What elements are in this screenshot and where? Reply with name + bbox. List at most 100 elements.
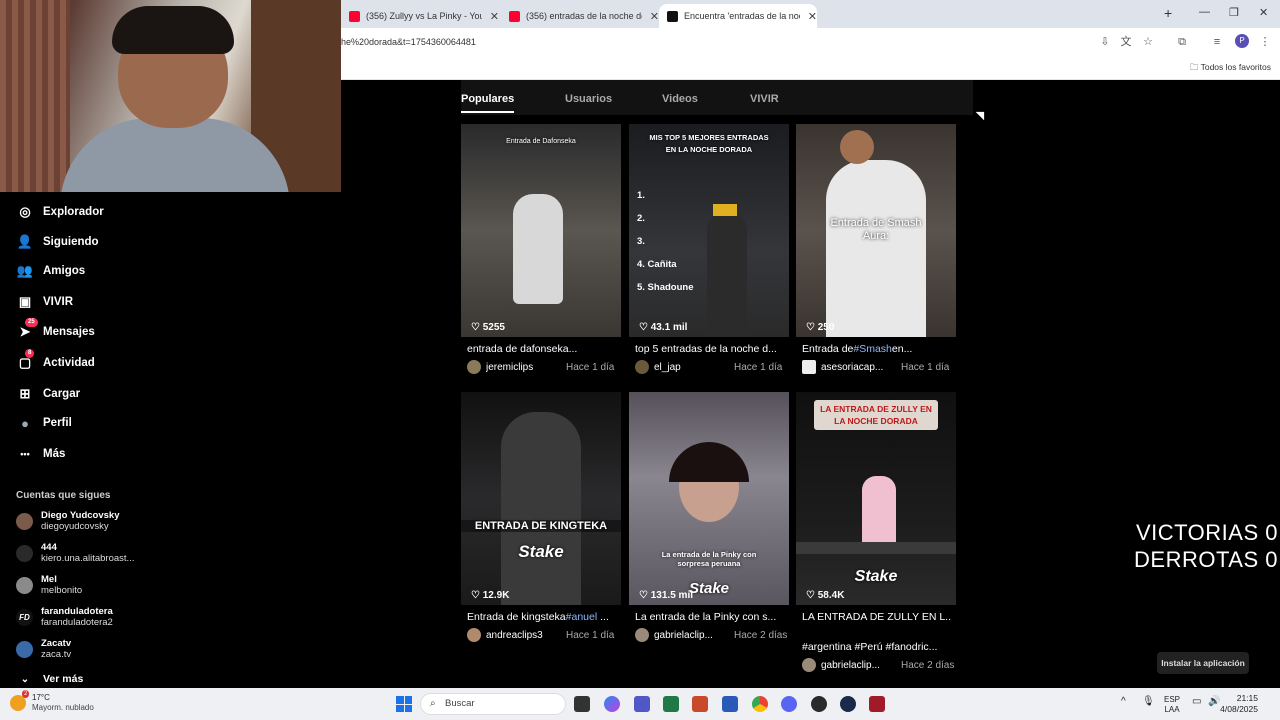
nav-perfil[interactable]: ● Perfil — [16, 412, 72, 434]
heart-icon: ♡ — [471, 322, 483, 333]
media-icon[interactable]: ≡ — [1211, 36, 1223, 48]
video-thumbnail[interactable]: ENTRADA DE KINGTEKA Stake ♡ 12.9K — [461, 392, 621, 605]
video-description[interactable]: top 5 entradas de la noche d... — [635, 343, 785, 355]
browser-tab-1[interactable]: (356) Zullyy vs La Pinky - YouTu ✕ — [341, 4, 499, 28]
chrome-icon[interactable] — [752, 696, 768, 712]
video-meta: gabrielaclip... Hace 2 días — [802, 658, 956, 672]
video-description[interactable]: Entrada de#Smashen... — [802, 343, 952, 355]
video-thumbnail[interactable]: La entrada de la Pinky con sorpresa peru… — [629, 392, 789, 605]
browser-tab-3[interactable]: Encuentra 'entradas de la noche ✕ — [659, 4, 817, 28]
followed-account[interactable]: Mel melbonito — [16, 574, 82, 596]
tab-populares[interactable]: Populares — [461, 93, 515, 113]
video-card[interactable]: ENTRADA DE KINGTEKA Stake ♡ 12.9K Entrad… — [461, 392, 621, 642]
nav-explorador[interactable]: ◎ Explorador — [16, 201, 103, 223]
app-icon[interactable] — [869, 696, 885, 712]
tab-videos[interactable]: Videos — [662, 93, 698, 105]
video-description[interactable]: Entrada de kingsteka#anuel ... — [467, 611, 617, 623]
nav-amigos[interactable]: 👥 Amigos — [16, 260, 85, 282]
word-icon[interactable] — [722, 696, 738, 712]
video-author[interactable]: jeremiclips — [486, 362, 566, 373]
user-avatar[interactable] — [802, 658, 816, 672]
task-view-icon[interactable] — [574, 696, 590, 712]
video-author[interactable]: gabrielaclip... — [654, 630, 734, 641]
menu-icon[interactable]: ⋮ — [1259, 36, 1271, 48]
taskbar-search[interactable]: ⌕ Buscar — [420, 693, 566, 715]
copilot-icon[interactable] — [604, 696, 620, 712]
extensions-icon[interactable]: ⧉ — [1176, 36, 1188, 48]
star-icon[interactable]: ☆ — [1142, 36, 1154, 48]
close-icon[interactable]: ✕ — [650, 10, 659, 23]
user-avatar[interactable] — [467, 628, 481, 642]
system-clock[interactable]: 21:15 4/08/2025 — [1220, 693, 1258, 715]
thumbnail-hair — [669, 442, 749, 482]
video-thumbnail[interactable]: Entrada de Smash Aura: ♡ 250 — [796, 124, 956, 337]
video-hashtags[interactable]: #argentina #Perú #fanodric... — [802, 641, 952, 653]
followed-account[interactable]: Diego Yudcovsky diegoyudcovsky — [16, 510, 120, 532]
video-author[interactable]: andreaclips3 — [486, 630, 566, 641]
teams-icon[interactable] — [634, 696, 650, 712]
minimize-icon[interactable]: — — [1199, 6, 1210, 18]
video-author[interactable]: el_jap — [654, 362, 734, 373]
user-avatar[interactable] — [467, 360, 481, 374]
lang-secondary: LAA — [1164, 705, 1180, 714]
video-thumbnail[interactable]: MIS TOP 5 MEJORES ENTRADAS EN LA NOCHE D… — [629, 124, 789, 337]
followed-account[interactable]: 444 kiero.una.alitabroast... — [16, 542, 134, 564]
install-app-button[interactable]: Instalar la aplicación — [1157, 652, 1249, 674]
address-bar: he%20dorada&t=1754360064481 ⇩ 文 ☆ ⧉ ≡ P … — [341, 28, 1280, 56]
excel-icon[interactable] — [663, 696, 679, 712]
restore-icon[interactable]: ❐ — [1229, 6, 1239, 19]
close-icon[interactable]: ✕ — [808, 10, 817, 23]
user-avatar[interactable] — [635, 628, 649, 642]
profile-avatar[interactable]: P — [1235, 34, 1249, 48]
translate-icon[interactable]: 文 — [1120, 36, 1132, 48]
video-card[interactable]: Entrada de Dafonseka ♡ 5255 entrada de d… — [461, 124, 621, 374]
nav-actividad[interactable]: ▢ 8 Actividad — [16, 349, 95, 374]
desc-text: ... — [597, 611, 609, 623]
see-more-button[interactable]: ⌄ Ver más — [16, 668, 84, 690]
nav-cargar[interactable]: ⊞ Cargar — [16, 383, 81, 405]
nav-mas[interactable]: ••• Más — [16, 443, 65, 465]
hashtag-link[interactable]: #Smash — [853, 343, 892, 355]
volume-icon[interactable]: 🔊 — [1208, 697, 1220, 707]
url-field[interactable]: he%20dorada&t=1754360064481 — [341, 37, 476, 47]
window-close-icon[interactable]: ✕ — [1259, 6, 1268, 19]
video-card[interactable]: MIS TOP 5 MEJORES ENTRADAS EN LA NOCHE D… — [629, 124, 789, 374]
close-icon[interactable]: ✕ — [490, 10, 499, 23]
nav-siguiendo[interactable]: 👤 Siguiendo — [16, 231, 99, 253]
chevron-up-icon[interactable]: ^ — [1121, 697, 1126, 707]
video-card[interactable]: Entrada de Smash Aura: ♡ 250 Entrada de#… — [796, 124, 956, 374]
obs-icon[interactable] — [811, 696, 827, 712]
bookmarks-folder[interactable]: 🗀 Todos los favoritos — [1190, 62, 1271, 76]
video-description[interactable]: La entrada de la Pinky con s... — [635, 611, 785, 623]
install-icon[interactable]: ⇩ — [1099, 36, 1111, 48]
more-icon: ••• — [20, 449, 30, 459]
video-description[interactable]: entrada de dafonseka... — [467, 343, 617, 355]
steam-icon[interactable] — [840, 696, 856, 712]
tab-usuarios[interactable]: Usuarios — [565, 93, 612, 105]
user-avatar[interactable] — [802, 360, 816, 374]
hashtag-link[interactable]: #anuel — [566, 611, 598, 623]
nav-mensajes[interactable]: ➤ 25 Mensajes — [16, 318, 95, 343]
video-card[interactable]: La entrada de la Pinky con sorpresa peru… — [629, 392, 789, 642]
weather-widget[interactable]: 17°C Mayorm. nublado 2 — [10, 690, 94, 713]
followed-account[interactable]: FD faranduladotera faranduladotera2 — [16, 606, 113, 628]
tab-vivir[interactable]: VIVIR — [750, 93, 779, 105]
browser-tab-2[interactable]: (356) entradas de la noche dora ✕ — [501, 4, 659, 28]
new-tab-icon[interactable]: + — [1164, 5, 1172, 21]
windows-start-icon[interactable] — [396, 696, 412, 712]
video-thumbnail[interactable]: LA ENTRADA DE ZULLY EN LA NOCHE DORADA S… — [796, 392, 956, 605]
microphone-icon[interactable]: 🎙 — [1142, 697, 1155, 707]
language-indicator[interactable]: ESP LAA — [1164, 695, 1180, 715]
powerpoint-icon[interactable] — [692, 696, 708, 712]
video-thumbnail[interactable]: Entrada de Dafonseka ♡ 5255 — [461, 124, 621, 337]
video-card[interactable]: LA ENTRADA DE ZULLY EN LA NOCHE DORADA S… — [796, 392, 956, 672]
user-avatar[interactable] — [635, 360, 649, 374]
following-title: Cuentas que sigues — [16, 490, 111, 501]
discord-icon[interactable] — [781, 696, 797, 712]
video-author[interactable]: asesoriacap... — [821, 362, 901, 373]
video-author[interactable]: gabrielaclip... — [821, 660, 901, 671]
video-description[interactable]: LA ENTRADA DE ZULLY EN L... — [802, 611, 952, 623]
followed-account[interactable]: Zacatv zaca.tv — [16, 638, 71, 660]
monitor-icon[interactable]: ▭ — [1192, 697, 1201, 707]
nav-vivir[interactable]: ▣ VIVIR — [16, 291, 73, 313]
